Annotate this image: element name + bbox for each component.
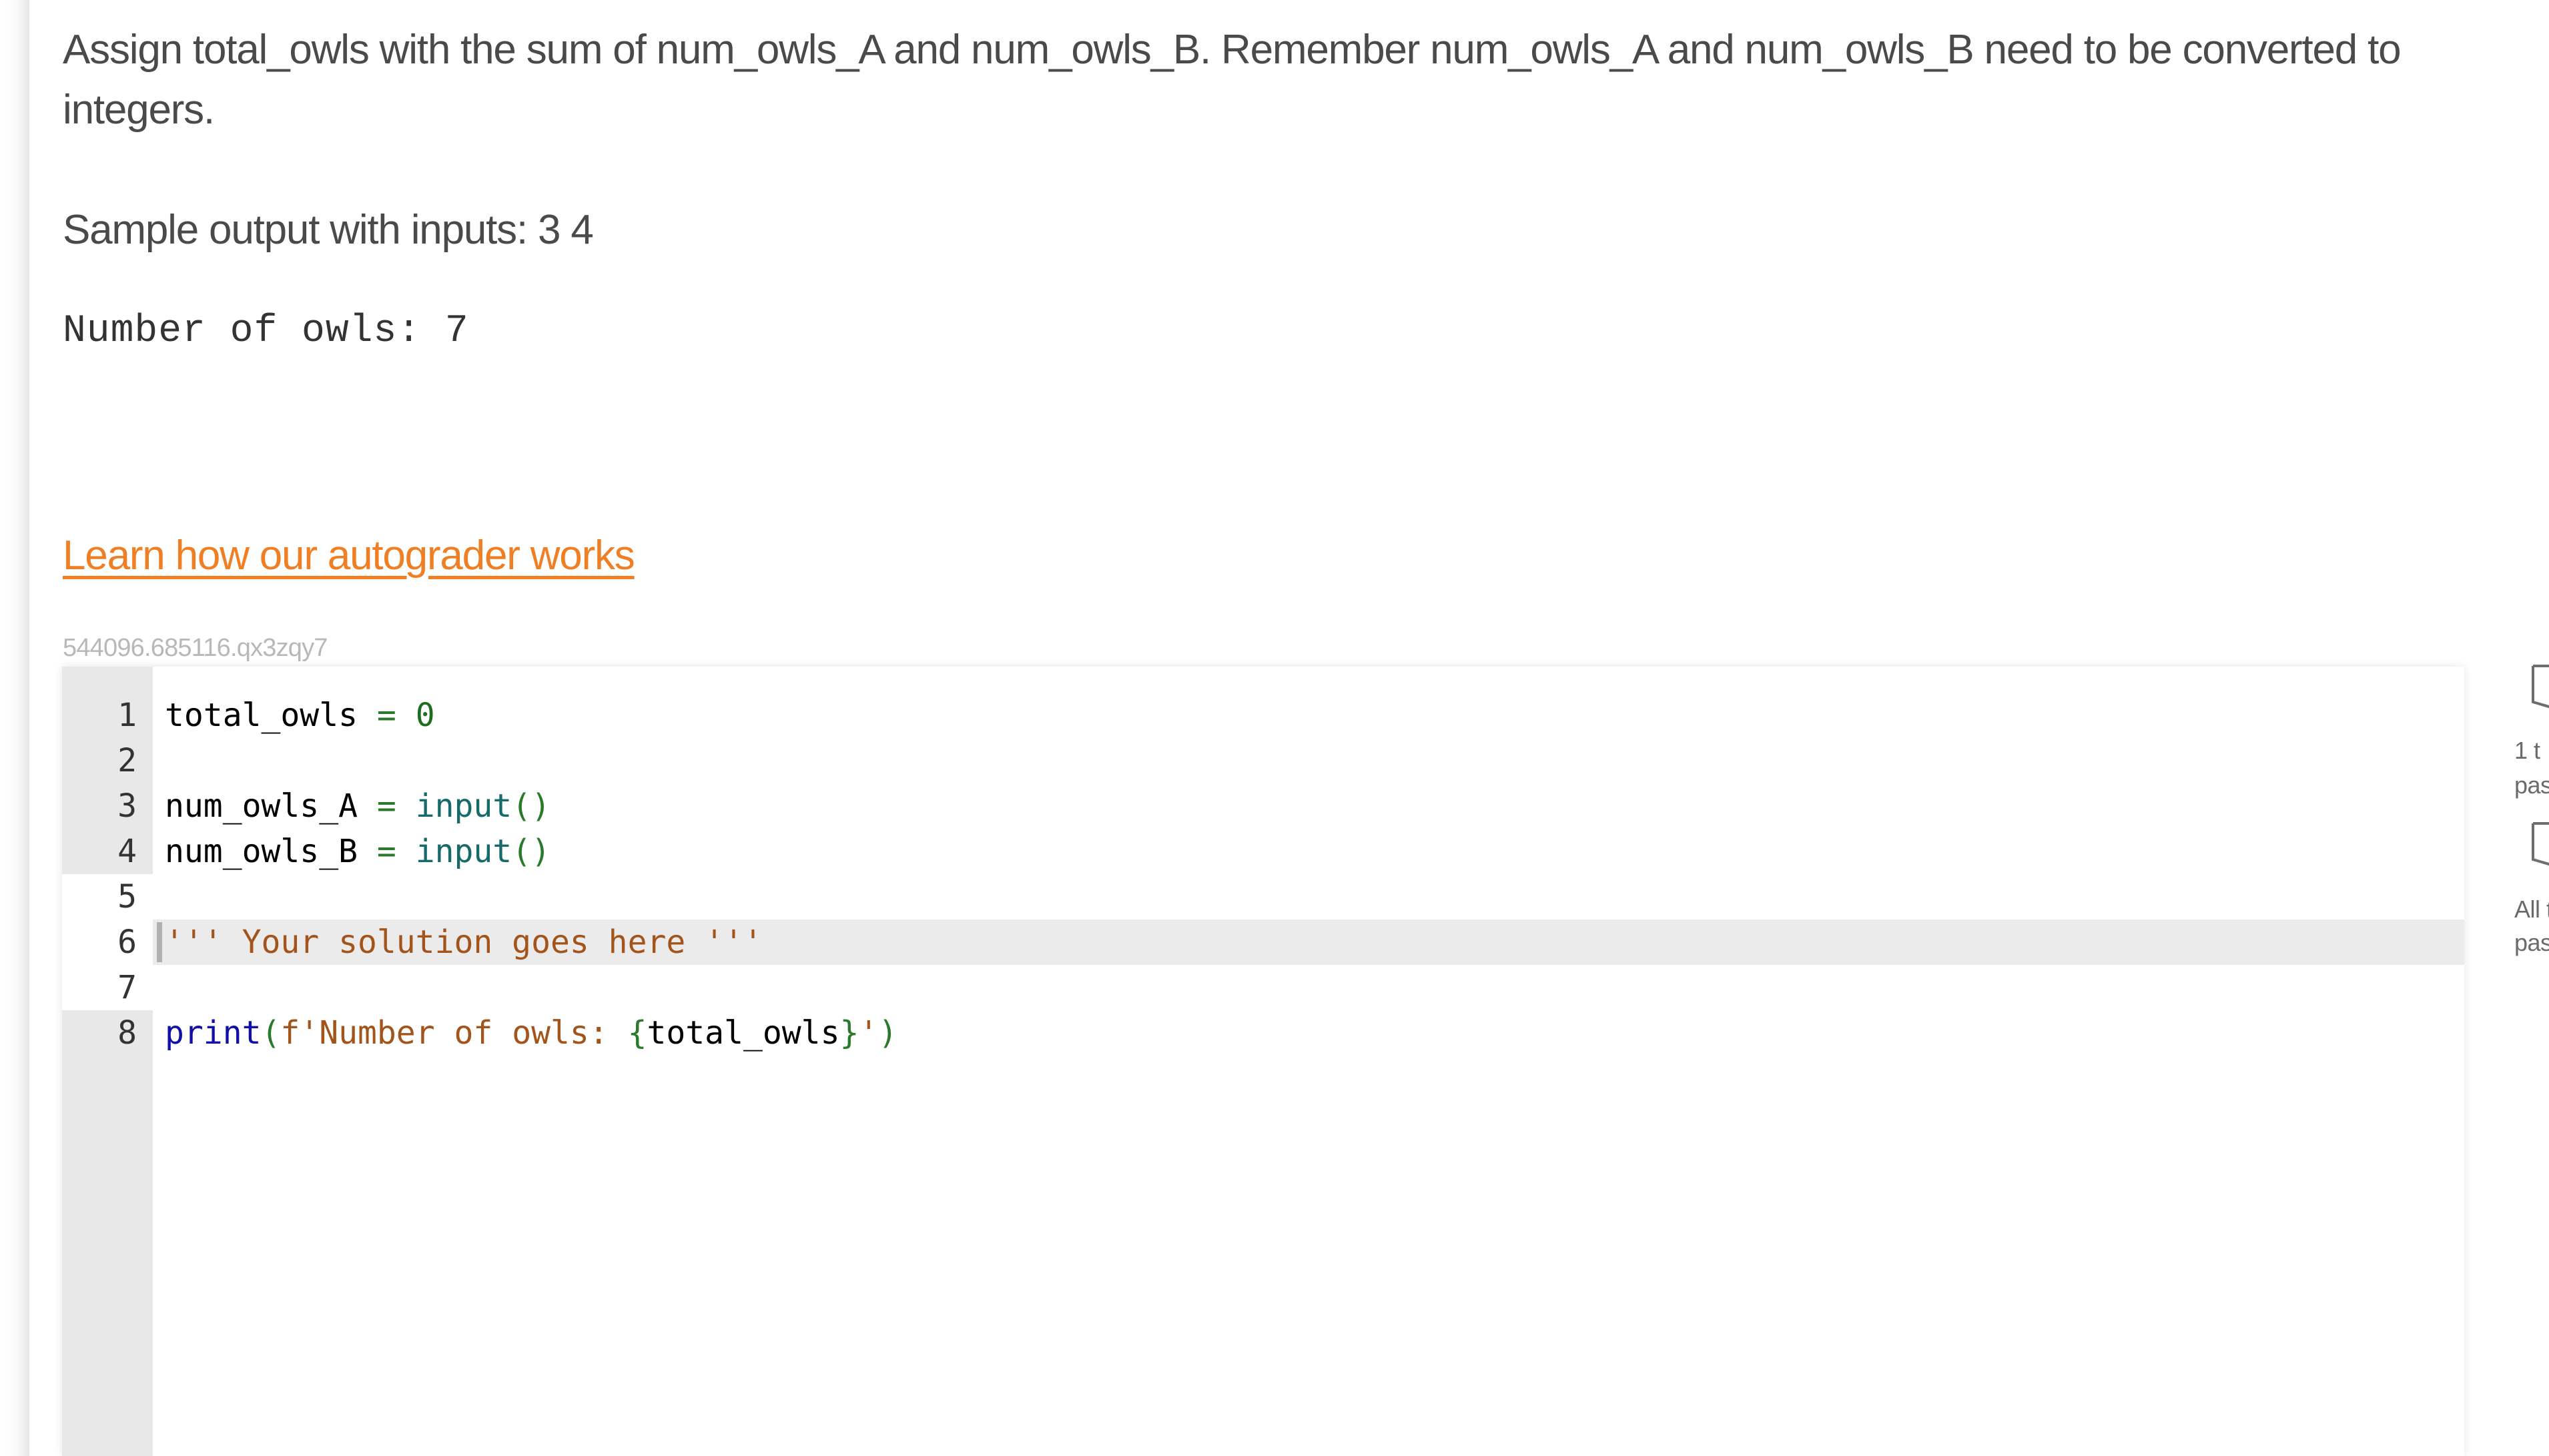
- code-token-brace: {: [627, 1014, 647, 1052]
- code-line[interactable]: 3 num_owls_A = input(): [62, 783, 2464, 829]
- code-line[interactable]: 6 ''' Your solution goes here ''': [62, 920, 2464, 965]
- code-line[interactable]: 4 num_owls_B = input(): [62, 829, 2464, 874]
- sample-output-label: Sample output with inputs: 3 4: [63, 207, 594, 253]
- code-token-kw: print: [165, 1014, 262, 1052]
- badge-outline-icon: [2532, 822, 2549, 866]
- code-token-op: =: [376, 697, 396, 734]
- challenge-id: 544096.685116.qx3zqy7: [63, 634, 328, 662]
- code-token-paren: (): [512, 787, 551, 825]
- challenge-instructions: Assign total_owls with the sum of num_ow…: [63, 27, 2402, 133]
- line-number: 3: [62, 783, 153, 829]
- sample-output-text: Number of owls: 7: [63, 310, 469, 353]
- code-line[interactable]: 2: [62, 738, 2464, 783]
- line-content[interactable]: ''' Your solution goes here ''': [153, 920, 2464, 965]
- code-editor[interactable]: 1 total_owls = 0 2 3 num_owls_A = input() 4 nu…: [62, 667, 2464, 1456]
- code-token-paren: ): [878, 1014, 898, 1052]
- code-token-op: =: [376, 833, 396, 870]
- code-lines[interactable]: 1 total_owls = 0 2 3 num_owls_A = input() 4 nu…: [62, 693, 2464, 1056]
- code-token-brace: }: [839, 1014, 859, 1052]
- test-result-label-line2: pas: [2514, 929, 2549, 956]
- test-result-label-line2: pas: [2514, 771, 2549, 799]
- text-cursor: [157, 922, 162, 962]
- test-result-label-line1: 1 t: [2514, 737, 2540, 764]
- autograder-help-link[interactable]: Learn how our autograder works: [63, 526, 635, 586]
- code-token-paren: (: [261, 1014, 281, 1052]
- line-content[interactable]: [153, 738, 2464, 783]
- code-token-str: f'Number of owls:: [280, 1014, 628, 1052]
- badge-outline-icon: [2532, 665, 2549, 709]
- code-token-paren: (): [512, 833, 551, 870]
- code-line[interactable]: 7: [62, 965, 2464, 1010]
- line-content[interactable]: [153, 874, 2464, 920]
- line-number: 8: [62, 1010, 153, 1056]
- code-token-var: num_owls_A: [165, 787, 358, 825]
- code-token-str: ': [859, 1014, 879, 1052]
- code-line[interactable]: 8 print(f'Number of owls: {total_owls}'): [62, 1010, 2464, 1056]
- code-line[interactable]: 5: [62, 874, 2464, 920]
- line-content[interactable]: print(f'Number of owls: {total_owls}'): [153, 1010, 2464, 1056]
- code-token-num: 0: [415, 697, 435, 734]
- code-line[interactable]: 1 total_owls = 0: [62, 693, 2464, 738]
- code-token-var: total_owls: [647, 1014, 840, 1052]
- code-token-builtin: input: [415, 787, 512, 825]
- line-content[interactable]: num_owls_A = input(): [153, 783, 2464, 829]
- code-token-str: ''' Your solution goes here ''': [165, 924, 763, 961]
- line-number: 5: [62, 874, 153, 920]
- line-number: 1: [62, 693, 153, 738]
- code-token-builtin: input: [415, 833, 512, 870]
- line-number: 6: [62, 920, 153, 965]
- test-result-label-line1: All t: [2514, 895, 2549, 923]
- line-number: 7: [62, 965, 153, 1010]
- line-content[interactable]: num_owls_B = input(): [153, 829, 2464, 874]
- code-token-var: total_owls: [165, 697, 358, 734]
- code-token-op: =: [376, 787, 396, 825]
- line-number: 2: [62, 738, 153, 783]
- code-token-var: num_owls_B: [165, 833, 358, 870]
- line-content[interactable]: total_owls = 0: [153, 693, 2464, 738]
- line-content[interactable]: [153, 965, 2464, 1010]
- page-left-shadow: [0, 0, 29, 1456]
- line-number: 4: [62, 829, 153, 874]
